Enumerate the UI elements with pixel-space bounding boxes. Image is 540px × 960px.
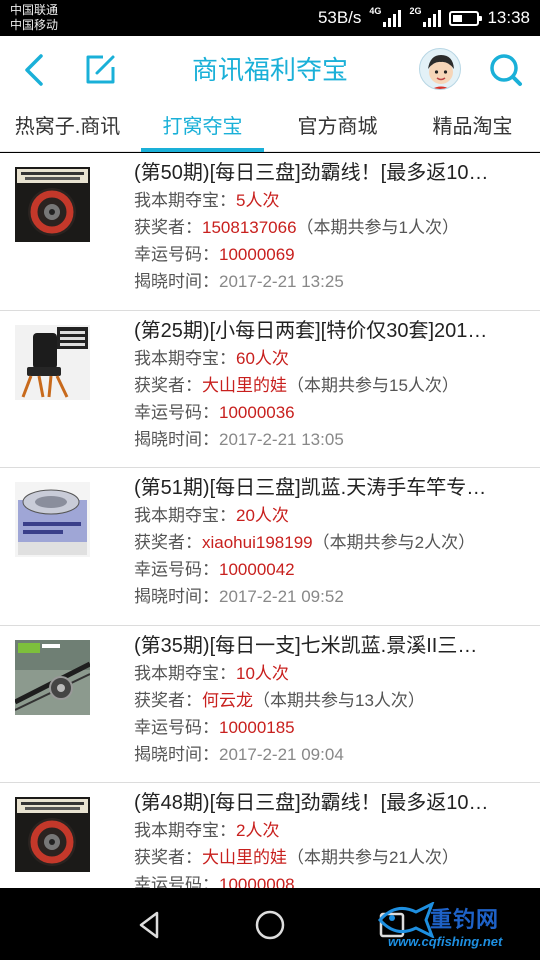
product-thumbnail	[15, 639, 90, 715]
edit-button[interactable]	[80, 50, 120, 90]
lucky-number: 10000008	[219, 875, 295, 888]
my-bet-value: 2人次	[236, 821, 280, 840]
nav-home-button[interactable]	[250, 905, 290, 945]
tab-official-store[interactable]: 官方商城	[270, 104, 405, 151]
item-title: (第35期)[每日一支]七米凯蓝.景溪II三…	[134, 634, 478, 657]
my-bet-value: 5人次	[236, 191, 280, 210]
winner-name: 何云龙	[202, 690, 253, 710]
winner-label: 获奖者：	[134, 690, 202, 710]
my-bet-value: 20人次	[236, 506, 289, 525]
item-title: (第51期)[每日三盘]凯蓝.天涛手车竿专…	[134, 477, 487, 499]
item-title: (第50期)[每日三盘]劲霸线！[最多返10…	[134, 162, 489, 184]
clock: 13:38	[487, 8, 530, 27]
my-bet-value: 10人次	[236, 663, 289, 683]
product-thumbnail	[15, 482, 90, 557]
user-avatar-icon	[428, 55, 454, 89]
fish-logo-icon	[377, 902, 435, 938]
search-icon	[490, 54, 522, 86]
watermark-logo: 重钓网 www.cqfishing.net	[372, 900, 536, 956]
product-thumbnail	[15, 797, 90, 872]
reveal-label: 揭晓时间：	[134, 272, 219, 291]
list-item[interactable]: (第35期)[每日一支]七米凯蓝.景溪II三… 我本期夺宝：10人次 获奖者：何…	[0, 626, 540, 783]
signal-icon-2	[423, 9, 442, 27]
lottery-list: (第50期)[每日三盘]劲霸线！[最多返10… 我本期夺宝：5人次 获奖者：15…	[0, 153, 540, 888]
lucky-number: 10000069	[219, 245, 295, 264]
status-bar: 中国联通 中国移动 53B/s 4G 2G 13:38	[0, 0, 540, 36]
back-button[interactable]	[14, 50, 54, 90]
reveal-time: 2017-2-21 09:04	[219, 744, 344, 764]
carrier-1: 中国联通	[10, 3, 59, 17]
reveal-label: 揭晓时间：	[134, 744, 219, 764]
my-bet-label: 我本期夺宝：	[134, 506, 236, 525]
circle-home-icon	[255, 910, 285, 940]
winner-name: 1508137066	[202, 218, 297, 237]
participants: （本期共参与15人次）	[287, 375, 459, 395]
lucky-label: 幸运号码：	[134, 717, 219, 737]
lucky-number: 10000185	[219, 717, 295, 737]
list-item[interactable]: (第48期)[每日三盘]劲霸线！[最多返10… 我本期夺宝：2人次 获奖者：大山…	[0, 783, 540, 888]
edit-icon	[86, 55, 115, 84]
lucky-label: 幸运号码：	[134, 560, 219, 579]
nav-back-button[interactable]	[130, 905, 170, 945]
carrier-info: 中国联通 中国移动	[10, 3, 58, 33]
lucky-number: 10000042	[219, 560, 295, 579]
reveal-time: 2017-2-21 13:25	[219, 272, 344, 291]
page-title: 商讯福利夺宝	[191, 55, 348, 85]
my-bet-label: 我本期夺宝：	[134, 348, 236, 368]
list-item[interactable]: (第25期)[小每日两套][特价仅30套]201… 我本期夺宝：60人次 获奖者…	[0, 311, 540, 468]
participants: （本期共参与2人次）	[312, 533, 476, 552]
search-button[interactable]	[486, 50, 526, 90]
participants: （本期共参与13人次）	[253, 690, 425, 710]
winner-label: 获奖者：	[134, 533, 202, 552]
tab-lottery[interactable]: 打窝夺宝	[135, 104, 270, 152]
carrier-2: 中国移动	[10, 18, 59, 32]
tab-taobao[interactable]: 精品淘宝	[405, 104, 540, 151]
network-speed: 53B/s	[317, 8, 362, 27]
lucky-label: 幸运号码：	[134, 402, 219, 422]
winner-label: 获奖者：	[134, 218, 202, 237]
my-bet-label: 我本期夺宝：	[134, 191, 236, 210]
winner-label: 获奖者：	[134, 375, 202, 395]
product-thumbnail	[15, 324, 90, 400]
my-bet-value: 60人次	[236, 348, 289, 368]
signal-icon	[383, 9, 402, 27]
item-title: (第48期)[每日三盘]劲霸线！[最多返10…	[134, 792, 489, 814]
reveal-time: 2017-2-21 13:05	[219, 429, 344, 449]
winner-name: 大山里的娃	[202, 848, 287, 867]
reveal-time: 2017-2-21 09:52	[219, 587, 344, 606]
item-title: (第25期)[小每日两套][特价仅30套]201…	[134, 319, 488, 342]
list-item[interactable]: (第50期)[每日三盘]劲霸线！[最多返10… 我本期夺宝：5人次 获奖者：15…	[0, 153, 540, 311]
network-type-1: 4G	[369, 6, 382, 16]
tab-hot-news[interactable]: 热窝子.商讯	[0, 104, 135, 151]
winner-name: 大山里的娃	[202, 375, 287, 395]
back-arrow-icon	[25, 54, 43, 86]
avatar[interactable]	[419, 48, 461, 90]
lucky-label: 幸运号码：	[134, 875, 219, 888]
list-item[interactable]: (第51期)[每日三盘]凯蓝.天涛手车竿专… 我本期夺宝：20人次 获奖者：xi…	[0, 468, 540, 626]
lucky-label: 幸运号码：	[134, 245, 219, 264]
network-type-2: 2G	[409, 6, 422, 16]
tab-bar: 热窝子.商讯 打窝夺宝 官方商城 精品淘宝	[0, 104, 540, 152]
watermark-url: www.cqfishing.net	[388, 934, 503, 949]
participants: （本期共参与1人次）	[296, 218, 460, 237]
my-bet-label: 我本期夺宝：	[134, 663, 236, 683]
status-indicators: 53B/s 4G 2G 13:38	[318, 5, 530, 31]
triangle-back-icon	[139, 911, 159, 939]
my-bet-label: 我本期夺宝：	[134, 821, 236, 840]
product-thumbnail	[15, 167, 90, 242]
reveal-label: 揭晓时间：	[134, 429, 219, 449]
watermark-brand: 重钓网	[430, 907, 500, 932]
app-header: 商讯福利夺宝	[0, 36, 540, 104]
reveal-label: 揭晓时间：	[134, 587, 219, 606]
winner-label: 获奖者：	[134, 848, 202, 867]
participants: （本期共参与21人次）	[287, 848, 459, 867]
battery-icon	[449, 10, 483, 26]
lucky-number: 10000036	[219, 402, 295, 422]
winner-name: xiaohui198199	[202, 533, 313, 552]
